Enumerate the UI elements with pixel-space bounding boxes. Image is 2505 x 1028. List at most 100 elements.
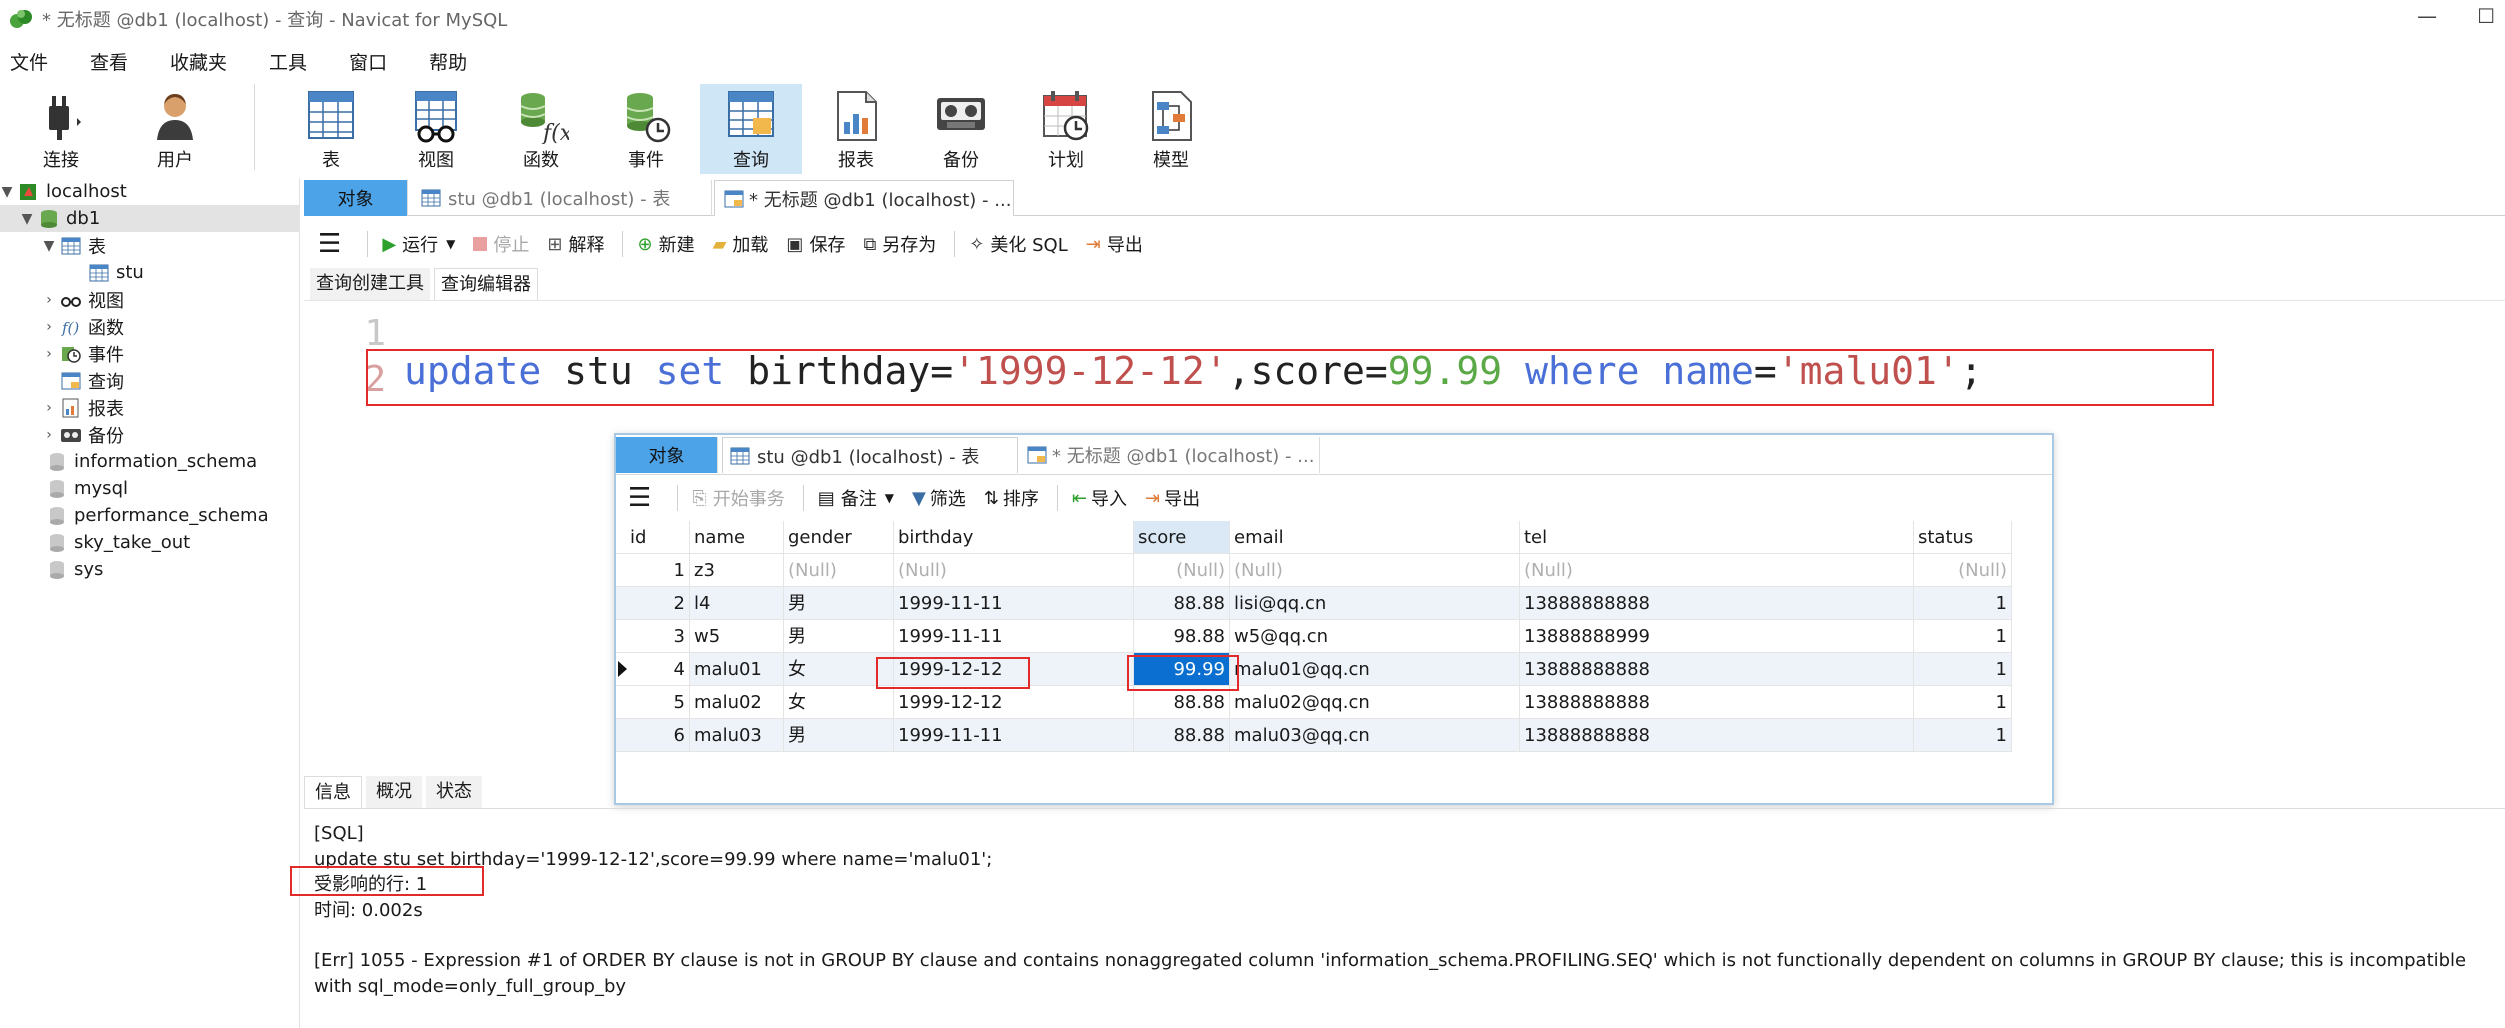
cell-email[interactable]: w5@qq.cn bbox=[1230, 620, 1520, 653]
cell-score[interactable]: 88.88 bbox=[1134, 587, 1230, 620]
column-header-score[interactable]: score bbox=[1134, 521, 1230, 554]
cell-gender[interactable]: 男 bbox=[784, 620, 894, 653]
menu-file[interactable]: 文件 bbox=[0, 46, 60, 80]
cell-email[interactable]: malu02@qq.cn bbox=[1230, 686, 1520, 719]
cell-tel[interactable]: 13888888888 bbox=[1520, 686, 1914, 719]
chevron-down-icon[interactable]: ▼ bbox=[42, 238, 56, 254]
cell-email[interactable]: malu03@qq.cn bbox=[1230, 719, 1520, 752]
menu-tools[interactable]: 工具 bbox=[259, 46, 319, 80]
cell-gender[interactable]: 男 bbox=[784, 587, 894, 620]
cell-tel[interactable]: 13888888888 bbox=[1520, 653, 1914, 686]
chevron-right-icon[interactable]: › bbox=[42, 400, 56, 416]
table-row[interactable]: 6 malu03 男 1999-11-11 88.88 malu03@qq.cn… bbox=[616, 719, 2016, 752]
view-button[interactable]: 视图 bbox=[385, 84, 487, 174]
table-row[interactable]: 2 l4 男 1999-11-11 88.88 lisi@qq.cn 13888… bbox=[616, 587, 2016, 620]
caret-down-icon[interactable]: ▼ bbox=[885, 491, 894, 505]
tab-info[interactable]: 信息 bbox=[304, 776, 362, 808]
cell-email[interactable]: (Null) bbox=[1230, 554, 1520, 587]
column-header-birthday[interactable]: birthday bbox=[894, 521, 1134, 554]
cell-tel[interactable]: 13888888999 bbox=[1520, 620, 1914, 653]
cell-score[interactable]: (Null) bbox=[1134, 554, 1230, 587]
cell-gender[interactable]: (Null) bbox=[784, 554, 894, 587]
hamburger-menu-icon[interactable]: ☰ bbox=[628, 483, 651, 513]
column-header-email[interactable]: email bbox=[1230, 521, 1520, 554]
chevron-down-icon[interactable]: ▼ bbox=[20, 211, 34, 227]
table-row[interactable]: 3 w5 男 1999-11-11 98.88 w5@qq.cn 1388888… bbox=[616, 620, 2016, 653]
tree-tables[interactable]: ▼ 表 bbox=[42, 232, 106, 259]
tree-events[interactable]: › 事件 bbox=[42, 340, 124, 367]
new-button[interactable]: ⊕ 新建 bbox=[637, 231, 694, 257]
cell-name[interactable]: malu03 bbox=[690, 719, 784, 752]
tree-backups[interactable]: › 备份 bbox=[42, 421, 124, 448]
model-button[interactable]: 模型 bbox=[1120, 84, 1222, 174]
tree-db-mysql[interactable]: mysql bbox=[42, 475, 128, 502]
load-button[interactable]: ▰ 加载 bbox=[713, 231, 769, 257]
tab-query[interactable]: * 无标题 @db1 (localhost) - ... bbox=[1020, 437, 1320, 473]
memo-button[interactable]: ▤ 备注 ▼ bbox=[818, 485, 894, 511]
tree-functions[interactable]: › f() 函数 bbox=[42, 313, 124, 340]
cell-status[interactable]: 1 bbox=[1914, 620, 2012, 653]
tree-reports[interactable]: › 报表 bbox=[42, 394, 124, 421]
chevron-right-icon[interactable]: › bbox=[42, 427, 56, 443]
cell-id[interactable]: 3 bbox=[616, 620, 690, 653]
export-button[interactable]: ⇥ 导出 bbox=[1145, 485, 1200, 511]
hamburger-menu-icon[interactable]: ☰ bbox=[318, 229, 341, 259]
cell-gender[interactable]: 男 bbox=[784, 719, 894, 752]
cell-status[interactable]: 1 bbox=[1914, 653, 2012, 686]
cell-birthday[interactable]: 1999-11-11 bbox=[894, 719, 1134, 752]
minimize-button[interactable]: — bbox=[2417, 4, 2437, 28]
tree-table-stu[interactable]: stu bbox=[84, 259, 144, 286]
cell-name[interactable]: w5 bbox=[690, 620, 784, 653]
cell-status[interactable]: (Null) bbox=[1914, 554, 2012, 587]
cell-name[interactable]: z3 bbox=[690, 554, 784, 587]
chevron-right-icon[interactable]: › bbox=[42, 346, 56, 362]
save-as-button[interactable]: ⧉ 另存为 bbox=[863, 231, 936, 257]
cell-tel[interactable]: 13888888888 bbox=[1520, 719, 1914, 752]
tab-objects[interactable]: 对象 bbox=[616, 437, 718, 473]
column-header-status[interactable]: status bbox=[1914, 521, 2012, 554]
column-header-id[interactable]: id bbox=[616, 521, 690, 554]
cell-name[interactable]: l4 bbox=[690, 587, 784, 620]
chevron-down-icon[interactable]: ▼ bbox=[0, 184, 14, 200]
tab-query-editor[interactable]: 查询编辑器 bbox=[434, 268, 538, 300]
tree-views[interactable]: › 视图 bbox=[42, 286, 124, 313]
tab-profile[interactable]: 概况 bbox=[366, 776, 422, 808]
tree-db-sky-take-out[interactable]: sky_take_out bbox=[42, 529, 190, 556]
save-button[interactable]: ▣ 保存 bbox=[786, 231, 845, 257]
export-button[interactable]: ⇥ 导出 bbox=[1086, 231, 1143, 257]
filter-button[interactable]: ▼ 筛选 bbox=[912, 485, 966, 511]
tab-query-builder[interactable]: 查询创建工具 bbox=[310, 268, 430, 300]
cell-tel[interactable]: (Null) bbox=[1520, 554, 1914, 587]
tab-stu-table[interactable]: stu @db1 (localhost) - 表 bbox=[722, 437, 1018, 473]
import-button[interactable]: ⇤ 导入 bbox=[1072, 485, 1127, 511]
cell-tel[interactable]: 13888888888 bbox=[1520, 587, 1914, 620]
cell-name[interactable]: malu01 bbox=[690, 653, 784, 686]
cell-email[interactable]: malu01@qq.cn bbox=[1230, 653, 1520, 686]
cell-name[interactable]: malu02 bbox=[690, 686, 784, 719]
tab-objects[interactable]: 对象 bbox=[304, 180, 408, 216]
beautify-sql-button[interactable]: ✧ 美化 SQL bbox=[969, 231, 1067, 257]
column-header-gender[interactable]: gender bbox=[784, 521, 894, 554]
cell-status[interactable]: 1 bbox=[1914, 587, 2012, 620]
menu-window[interactable]: 窗口 bbox=[339, 46, 399, 80]
user-button[interactable]: 用户 bbox=[124, 84, 226, 174]
cell-id[interactable]: 1 bbox=[616, 554, 690, 587]
tab-query[interactable]: * 无标题 @db1 (localhost) - ... bbox=[714, 180, 1014, 216]
tree-connection-localhost[interactable]: ▼ localhost bbox=[0, 178, 127, 205]
chevron-right-icon[interactable]: › bbox=[42, 319, 56, 335]
cell-id[interactable]: 6 bbox=[616, 719, 690, 752]
cell-id[interactable]: 4 bbox=[616, 653, 690, 686]
run-button[interactable]: ▶ 运行 ▼ bbox=[382, 231, 455, 257]
column-header-tel[interactable]: tel bbox=[1520, 521, 1914, 554]
tree-db-information-schema[interactable]: information_schema bbox=[42, 448, 257, 475]
event-button[interactable]: 事件 bbox=[595, 84, 697, 174]
tab-status[interactable]: 状态 bbox=[426, 776, 482, 808]
explain-button[interactable]: ⊞ 解释 bbox=[547, 231, 604, 257]
cell-status[interactable]: 1 bbox=[1914, 686, 2012, 719]
cell-birthday[interactable]: 1999-11-11 bbox=[894, 587, 1134, 620]
cell-birthday[interactable]: (Null) bbox=[894, 554, 1134, 587]
table-button[interactable]: 表 bbox=[280, 84, 382, 174]
tab-stu-table[interactable]: stu @db1 (localhost) - 表 bbox=[412, 180, 712, 216]
cell-birthday[interactable]: 1999-11-11 bbox=[894, 620, 1134, 653]
cell-birthday[interactable]: 1999-12-12 bbox=[894, 686, 1134, 719]
